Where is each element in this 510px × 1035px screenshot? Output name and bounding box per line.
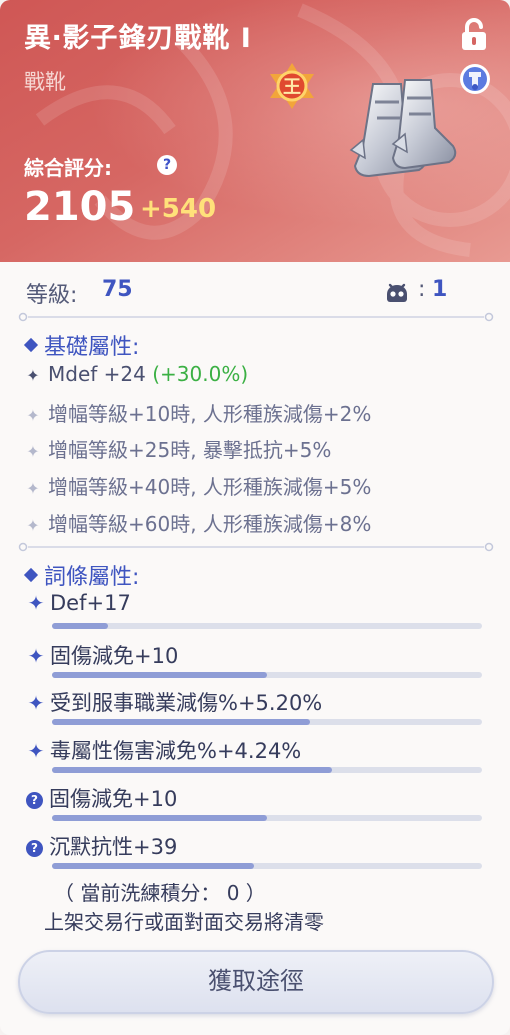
- affix-bar-track: [52, 815, 482, 821]
- rank-badge: 王: [268, 62, 316, 110]
- affix-text: ✦ 毒屬性傷害減免%+4.24%: [26, 735, 302, 765]
- star-icon: ✦: [27, 591, 45, 615]
- enhancement-line: ✦ 增幅等級+10時, 人形種族減傷+2%: [26, 398, 371, 427]
- item-type: 戰靴: [24, 70, 66, 94]
- affix-text: ? 沉默抗性+39: [26, 831, 177, 861]
- score-label: 綜合評分:: [24, 156, 112, 180]
- affix-bar-track: [52, 863, 482, 869]
- star-icon: ✦: [26, 516, 40, 535]
- affix-row: ✦ Def+17: [26, 591, 486, 637]
- help-icon[interactable]: ?: [157, 155, 177, 175]
- affix-bar-fill: [52, 767, 332, 773]
- enhancement-line: ✦ 增幅等級+25時, 暴擊抵抗+5%: [26, 434, 331, 463]
- affix-label: 沉默抗性+39: [49, 835, 178, 859]
- divider: [18, 312, 494, 322]
- refine-colon: :: [418, 277, 426, 302]
- affix-label: 固傷減免+10: [49, 787, 178, 811]
- refine-value: 1: [432, 277, 448, 302]
- affix-row: ? 固傷減免+10: [26, 783, 486, 829]
- star-icon: ✦: [27, 644, 45, 668]
- affix-bar-track: [52, 719, 482, 725]
- affix-bar-fill: [52, 672, 267, 678]
- main-stat: Mdef +24: [48, 362, 146, 386]
- level-value: 75: [102, 277, 133, 302]
- star-icon: ✦: [26, 442, 40, 461]
- affix-bar-track: [52, 767, 482, 773]
- affix-label: 毒屬性傷害減免%+4.24%: [50, 739, 302, 763]
- enhancement-text: 增幅等級+10時, 人形種族減傷+2%: [48, 402, 372, 426]
- trade-reset-note: 上架交易行或面對面交易將清零: [44, 910, 324, 934]
- affix-bar-track: [52, 672, 482, 678]
- star-icon: ✦: [27, 691, 45, 715]
- rank-badge-label: 王: [283, 77, 301, 98]
- affix-bar-fill: [52, 815, 267, 821]
- refine-points-note: （ 當前洗練積分： 0 ）: [54, 881, 266, 905]
- lock-icon[interactable]: [458, 18, 490, 52]
- enhancement-text: 增幅等級+60時, 人形種族減傷+8%: [48, 512, 372, 536]
- base-attributes-title-text: 基礎屬性:: [44, 335, 140, 360]
- affix-row: ? 沉默抗性+39: [26, 831, 486, 877]
- enhancement-line: ✦ 增幅等級+60時, 人形種族減傷+8%: [26, 508, 371, 537]
- affix-bar-track: [52, 623, 482, 629]
- main-stat-line: ✦ Mdef +24 (+30.0%): [26, 362, 248, 386]
- affix-text: ✦ Def+17: [26, 591, 131, 615]
- star-icon: ✦: [26, 479, 40, 498]
- score-bonus: +540: [140, 194, 217, 224]
- unknown-affix-icon: ?: [26, 840, 43, 857]
- refine-icon: [387, 283, 407, 302]
- affix-label: 固傷減免+10: [50, 644, 179, 668]
- acquisition-source-button[interactable]: 獲取途徑: [18, 950, 494, 1014]
- diamond-icon: [23, 567, 39, 583]
- level-row: 等級: 75 : 1: [26, 277, 486, 309]
- affix-row: ✦ 毒屬性傷害減免%+4.24%: [26, 735, 486, 781]
- affix-attributes-title: 詞條屬性:: [23, 559, 140, 591]
- affix-label: 受到服事職業減傷%+5.20%: [50, 691, 323, 715]
- affix-text: ✦ 受到服事職業減傷%+5.20%: [26, 687, 323, 717]
- divider: [18, 542, 494, 552]
- affix-label: Def+17: [50, 591, 131, 615]
- main-stat-bonus: (+30.0%): [152, 362, 249, 386]
- item-name: 異‧影子鋒刃戰靴 Ⅰ: [24, 23, 252, 54]
- level-label: 等級:: [26, 283, 78, 308]
- affix-row: ✦ 固傷減免+10: [26, 640, 486, 686]
- star-icon: ✦: [26, 366, 40, 385]
- enhancement-line: ✦ 增幅等級+40時, 人形種族減傷+5%: [26, 471, 371, 500]
- affix-text: ✦ 固傷減免+10: [26, 640, 179, 670]
- affix-attributes-title-text: 詞條屬性:: [44, 565, 140, 590]
- affix-bar-fill: [52, 719, 310, 725]
- star-icon: ✦: [27, 739, 45, 763]
- diamond-icon: [23, 337, 39, 353]
- rank-badge-icon: 王: [270, 63, 314, 109]
- score-value: 2105: [24, 184, 136, 230]
- affix-row: ✦ 受到服事職業減傷%+5.20%: [26, 687, 486, 733]
- item-tooltip-panel: 異‧影子鋒刃戰靴 Ⅰ 戰靴 王 綜合評分: ? 2105 +540 等級: 75…: [0, 0, 510, 1035]
- boots-image: [349, 79, 457, 178]
- star-icon: ✦: [26, 406, 40, 425]
- affix-bar-fill: [52, 863, 255, 869]
- affix-text: ? 固傷減免+10: [26, 783, 177, 813]
- set-icon[interactable]: [458, 62, 492, 96]
- affix-bar-fill: [52, 623, 108, 629]
- enhancement-text: 增幅等級+25時, 暴擊抵抗+5%: [48, 438, 332, 462]
- item-header: 異‧影子鋒刃戰靴 Ⅰ 戰靴 王 綜合評分: ? 2105 +540: [0, 0, 510, 262]
- unknown-affix-icon: ?: [26, 792, 43, 809]
- base-attributes-title: 基礎屬性:: [23, 329, 140, 361]
- enhancement-text: 增幅等級+40時, 人形種族減傷+5%: [48, 475, 372, 499]
